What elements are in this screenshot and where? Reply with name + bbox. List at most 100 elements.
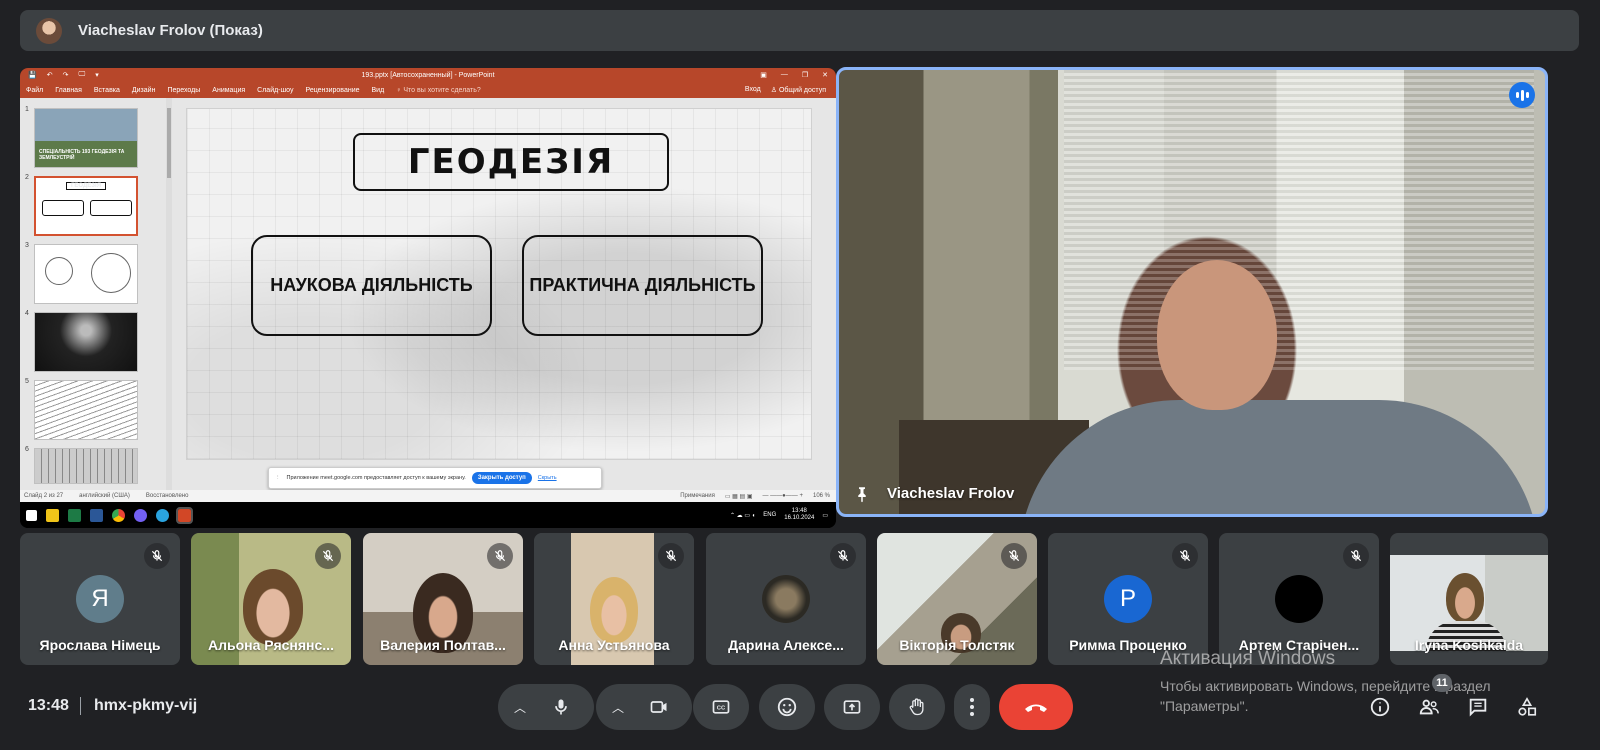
participant-tile[interactable]: Альона Ряснянс... [191, 533, 351, 665]
camera-button[interactable]: ︿ [596, 684, 692, 730]
windows-taskbar: ⌃ ☁ ▭ ◖ ENG 13:48 16.10.2024 ▭ [20, 502, 836, 528]
ribbon-tab-file[interactable]: Файл [26, 87, 43, 94]
taskbar-clock[interactable]: 13:48 16.10.2024 [784, 508, 814, 522]
participant-tile[interactable]: Р Римма Проценко [1048, 533, 1208, 665]
slide-thumbnail-5[interactable] [34, 380, 138, 440]
ribbon-tab-transitions[interactable]: Переходы [167, 87, 200, 94]
captions-button[interactable]: CC [693, 684, 749, 730]
hand-icon [909, 698, 924, 716]
participant-avatar: Я [76, 575, 124, 623]
language-switch[interactable]: ENG [763, 512, 776, 518]
mic-off-icon [144, 543, 170, 569]
participant-name: Валерия Полтав... [380, 637, 506, 653]
chevron-up-icon[interactable]: ︿ [514, 699, 526, 716]
raise-hand-button[interactable] [889, 684, 945, 730]
slide-thumbnail-4[interactable] [34, 312, 138, 372]
slide-box-practice-label: ПРАКТИЧНА ДІЯЛЬНІСТЬ [529, 275, 756, 295]
present-button[interactable] [824, 684, 880, 730]
svg-text:CC: CC [717, 706, 726, 712]
notifications-icon[interactable]: ▭ [822, 512, 828, 519]
slide-thumbnail-1[interactable]: СПЕЦІАЛЬНІСТЬ 193 ГЕОДЕЗІЯ ТА ЗЕМЛЕУСТРІ… [34, 108, 138, 168]
people-icon [1419, 699, 1439, 715]
leave-call-button[interactable] [999, 684, 1073, 730]
more-options-button[interactable] [954, 684, 990, 730]
slide-thumbnail-2[interactable]: ГЕОДЕЗІЯ [34, 176, 138, 236]
chrome-icon[interactable] [112, 508, 125, 522]
excel-icon[interactable] [68, 508, 81, 522]
participant-tile[interactable]: Вікторія Толстяк [877, 533, 1037, 665]
ribbon-tab-design[interactable]: Дизайн [132, 87, 156, 94]
current-slide[interactable]: ГЕОДЕЗІЯ НАУКОВА ДІЯЛЬНІСТЬ ПРАКТИЧНА ДІ… [186, 108, 812, 460]
notes-button[interactable]: Примечания [680, 493, 715, 500]
active-speaker-tile[interactable]: Viacheslav Frolov [836, 67, 1548, 517]
meeting-details-button[interactable] [1367, 694, 1393, 720]
participant-tile[interactable]: Валерия Полтав... [363, 533, 523, 665]
people-button[interactable] [1416, 694, 1442, 720]
powerpoint-icon[interactable] [176, 506, 193, 524]
share-button[interactable]: ♙ Общий доступ [771, 86, 826, 94]
mic-off-icon [487, 543, 513, 569]
ppt-doc-title: 193.pptx [Автосохраненный] - PowerPoint [361, 71, 495, 79]
start-icon[interactable] [26, 509, 37, 521]
thumb2-title: ГЕОДЕЗІЯ [66, 182, 107, 190]
speaker-body [1019, 400, 1539, 514]
thumb1-caption: СПЕЦІАЛЬНІСТЬ 193 ГЕОДЕЗІЯ ТА ЗЕМЛЕУСТРІ… [39, 149, 125, 161]
participant-face [1446, 573, 1484, 623]
ribbon-tab-review[interactable]: Рецензирование [305, 87, 359, 94]
sign-in-link[interactable]: Вход [745, 86, 761, 94]
participant-tile[interactable]: Я Ярослава Німець [20, 533, 180, 665]
participant-tile[interactable]: Анна Устьянова [534, 533, 694, 665]
presentation-tile[interactable]: 💾 ↶ ↷ 🖵 ▾ 193.pptx [Автосохраненный] - P… [20, 68, 836, 528]
participant-tile[interactable]: Артем Старічен... [1219, 533, 1379, 665]
reactions-button[interactable] [759, 684, 815, 730]
close-icon[interactable]: ✕ [822, 71, 828, 79]
chat-icon [1469, 698, 1487, 717]
more-vert-icon [970, 698, 974, 716]
participant-tile[interactable]: Iryna Koshkalda [1390, 533, 1548, 665]
ppt-titlebar: 💾 ↶ ↷ 🖵 ▾ 193.pptx [Автосохраненный] - P… [20, 68, 836, 82]
minimize-icon[interactable]: — [781, 71, 788, 79]
thumb-number: 6 [25, 446, 29, 453]
share-notice-text: Приложение meet.google.com предоставляет… [286, 475, 466, 481]
zoom-level[interactable]: 106 % [813, 493, 830, 500]
grip-icon: ⋮ [275, 475, 281, 481]
ribbon-tab-animation[interactable]: Анимация [212, 87, 245, 94]
zoom-slider[interactable]: — ——●—— + [763, 493, 803, 500]
meeting-code: hmx-pkmy-vij [94, 697, 198, 714]
hide-notice-link[interactable]: Скрыть [538, 475, 557, 481]
file-explorer-icon[interactable] [46, 508, 59, 522]
tray-icons[interactable]: ⌃ ☁ ▭ ◖ [730, 512, 755, 519]
chat-button[interactable] [1465, 694, 1491, 720]
participant-face [243, 569, 303, 645]
participant-tile[interactable]: Дарина Алексе... [706, 533, 866, 665]
slide-thumbnail-3[interactable] [34, 244, 138, 304]
stop-sharing-button[interactable]: Закрыть доступ [471, 472, 532, 484]
ribbon-tab-slideshow[interactable]: Слайд-шоу [257, 87, 293, 94]
pin-icon[interactable] [853, 484, 871, 504]
system-tray: ⌃ ☁ ▭ ◖ ENG 13:48 16.10.2024 ▭ [730, 508, 828, 522]
slide-thumbnail-6[interactable] [34, 448, 138, 484]
mic-off-icon [315, 543, 341, 569]
ribbon-tab-home[interactable]: Главная [55, 87, 82, 94]
activities-button[interactable] [1514, 694, 1540, 720]
ribbon-tab-view[interactable]: Вид [372, 87, 385, 94]
present-screen-icon [843, 700, 861, 714]
slide-box-practice: ПРАКТИЧНА ДІЯЛЬНІСТЬ [522, 235, 763, 336]
word-icon[interactable] [90, 508, 103, 522]
telegram-icon[interactable] [156, 508, 169, 522]
viber-icon[interactable] [134, 508, 147, 522]
mic-off-icon [1343, 543, 1369, 569]
ppt-window-controls: ▣ — ❐ ✕ [760, 71, 828, 79]
tell-me-box[interactable]: ♀ Что вы хотите сделать? [396, 87, 481, 94]
recovered-indicator: Восстановлено [145, 493, 189, 499]
view-buttons[interactable]: ▭ ▦ ▤ ▣ [725, 493, 753, 500]
microphone-button[interactable]: ︿ [498, 684, 594, 730]
slide-title-box: ГЕОДЕЗІЯ [353, 133, 669, 191]
ribbon-display-icon[interactable]: ▣ [760, 71, 767, 79]
slide-counter: Слайд 2 из 27 [24, 493, 64, 499]
slide-title: ГЕОДЕЗІЯ [407, 142, 615, 182]
participant-avatar: Р [1104, 575, 1152, 623]
ribbon-tab-insert[interactable]: Вставка [94, 87, 120, 94]
chevron-up-icon[interactable]: ︿ [612, 699, 624, 716]
restore-icon[interactable]: ❐ [802, 71, 808, 79]
